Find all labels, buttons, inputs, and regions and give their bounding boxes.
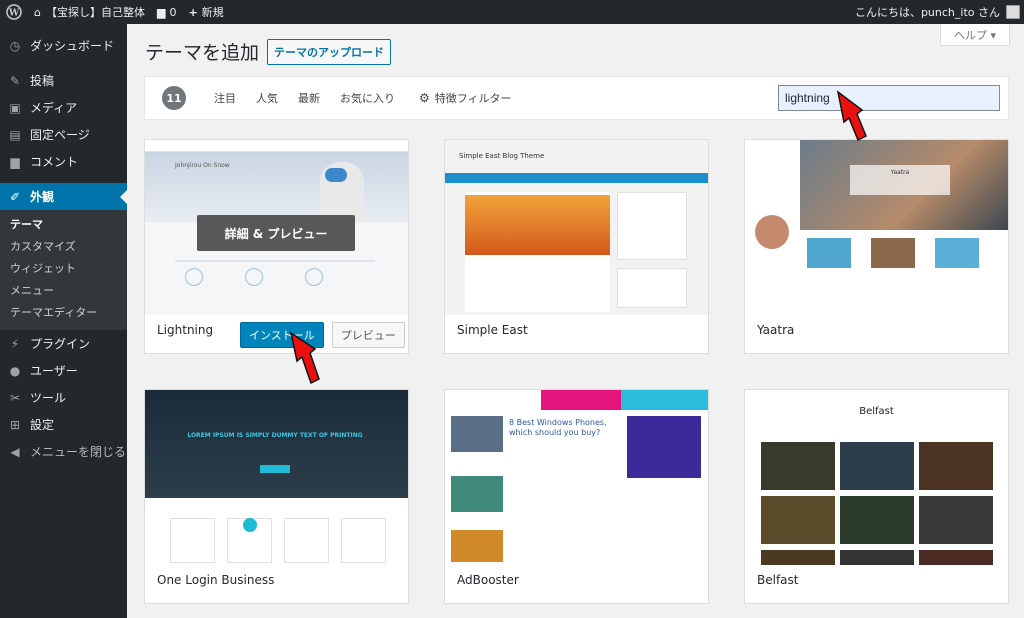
- preview-button[interactable]: プレビュー: [331, 322, 405, 348]
- sidebar-item-dashboard[interactable]: ◷ ダッシュボード: [0, 32, 127, 59]
- submenu-themes[interactable]: テーマ: [0, 214, 127, 236]
- admin-bar: W ⌂ 【宝探し】自己整体 ▆ 0 + 新規 こんにちは、punch_ito さ…: [0, 0, 1024, 24]
- sidebar-item-plugins[interactable]: ⚡ プラグイン: [0, 330, 127, 357]
- annotation-arrow-install: [289, 331, 320, 385]
- greeting-text: こんにちは、punch_ito さん: [854, 6, 1000, 19]
- svg-text:W: W: [8, 9, 20, 19]
- settings-icon: ⊞: [9, 417, 21, 432]
- theme-count-badge: 11: [162, 86, 186, 110]
- sidebar-item-posts[interactable]: ✎ 投稿: [0, 67, 127, 94]
- comment-bubble-icon: ▆: [156, 5, 166, 19]
- comment-icon: ▆: [10, 154, 20, 169]
- theme-screenshot[interactable]: Simple East Blog Theme: [445, 140, 708, 315]
- sidebar-item-tools[interactable]: ✂ ツール: [0, 384, 127, 411]
- site-name-label: 【宝探し】自己整体: [45, 6, 145, 19]
- gear-icon: ⚙: [419, 91, 430, 105]
- theme-card-yaatra[interactable]: Yaatra Yaatra: [744, 139, 1009, 354]
- theme-name: Yaatra: [757, 323, 795, 337]
- theme-screenshot[interactable]: Johnjirou On Snow 詳細 & プレビュー: [145, 140, 408, 315]
- theme-name: Belfast: [757, 573, 799, 587]
- details-preview-button[interactable]: 詳細 & プレビュー: [197, 215, 355, 251]
- theme-card-adbooster[interactable]: 8 Best Windows Phones, which should you …: [444, 389, 709, 604]
- theme-name: AdBooster: [457, 573, 519, 587]
- theme-screenshot[interactable]: Belfast: [745, 390, 1008, 565]
- user-icon: ●: [9, 363, 21, 378]
- theme-card-one-login-business[interactable]: LOREM IPSUM IS SIMPLY DUMMY TEXT OF PRIN…: [144, 389, 409, 604]
- appearance-submenu: テーマ カスタマイズ ウィジェット メニュー テーマエディター: [0, 210, 127, 330]
- shot-caption: Belfast: [859, 406, 894, 417]
- theme-card-simple-east[interactable]: Simple East Blog Theme Simple East: [444, 139, 709, 354]
- tab-latest[interactable]: 最新: [298, 90, 320, 106]
- sidebar-item-appearance[interactable]: ✐ 外観: [0, 183, 127, 210]
- sidebar-item-settings[interactable]: ⊞ 設定: [0, 411, 127, 438]
- tab-featured[interactable]: 注目: [214, 90, 236, 106]
- annotation-arrow-search: [836, 90, 867, 142]
- feature-filter-button[interactable]: ⚙ 特徴フィルター: [419, 90, 512, 106]
- page-icon: ▤: [9, 127, 21, 142]
- shot-caption: Yaatra: [850, 165, 950, 195]
- help-button[interactable]: ヘルプ ▾: [940, 24, 1010, 46]
- sidebar-item-media[interactable]: ▣ メディア: [0, 94, 127, 121]
- shot-caption: Johnjirou On Snow: [175, 162, 230, 169]
- page-title: テーマを追加: [145, 42, 260, 64]
- sidebar-item-pages[interactable]: ▤ 固定ページ: [0, 121, 127, 148]
- theme-name: Simple East: [457, 323, 528, 337]
- shot-caption: Simple East Blog Theme: [459, 152, 545, 160]
- wp-logo-icon[interactable]: W: [0, 0, 28, 24]
- plugin-icon: ⚡: [10, 336, 20, 351]
- sidebar-item-comments[interactable]: ▆ コメント: [0, 148, 127, 175]
- submenu-theme-editor[interactable]: テーマエディター: [0, 302, 127, 324]
- admin-sidebar: ◷ ダッシュボード ✎ 投稿 ▣ メディア ▤ 固定ページ ▆ コメント ✐ 外観 テーマ …: [0, 24, 127, 618]
- submenu-menus[interactable]: メニュー: [0, 280, 127, 302]
- wrench-icon: ✂: [9, 390, 21, 405]
- theme-filter-bar: 11 注目 人気 最新 お気に入り ⚙ 特徴フィルター: [144, 76, 1009, 120]
- sidebar-collapse[interactable]: ◀ メニューを閉じる: [0, 438, 127, 465]
- new-content-link[interactable]: + 新規: [182, 0, 229, 24]
- shot-caption: 8 Best Windows Phones, which should you …: [509, 418, 607, 437]
- dashboard-icon: ◷: [9, 38, 21, 53]
- tab-popular[interactable]: 人気: [256, 90, 278, 106]
- theme-screenshot[interactable]: LOREM IPSUM IS SIMPLY DUMMY TEXT OF PRIN…: [145, 390, 408, 565]
- new-label: 新規: [201, 6, 224, 19]
- plus-icon: +: [188, 5, 198, 19]
- tab-favorites[interactable]: お気に入り: [340, 90, 395, 106]
- submenu-widgets[interactable]: ウィジェット: [0, 258, 127, 280]
- submenu-customize[interactable]: カスタマイズ: [0, 236, 127, 258]
- upload-theme-button[interactable]: テーマのアップロード: [267, 38, 392, 65]
- theme-screenshot[interactable]: 8 Best Windows Phones, which should you …: [445, 390, 708, 565]
- theme-name: Lightning: [157, 323, 214, 337]
- pin-icon: ✎: [9, 73, 21, 88]
- shot-caption: LOREM IPSUM IS SIMPLY DUMMY TEXT OF PRIN…: [187, 432, 363, 439]
- media-icon: ▣: [9, 100, 21, 115]
- theme-screenshot[interactable]: Yaatra: [745, 140, 1008, 315]
- theme-search-input[interactable]: [778, 85, 1000, 111]
- account-menu[interactable]: こんにちは、punch_ito さん: [849, 0, 1024, 24]
- theme-card-lightning[interactable]: Johnjirou On Snow 詳細 & プレビュー Lightning イ…: [144, 139, 409, 354]
- comment-count: 0: [169, 5, 177, 19]
- appearance-icon: ✐: [9, 189, 21, 204]
- theme-name: One Login Business: [157, 573, 275, 587]
- main-content: ヘルプ ▾ テーマを追加 テーマのアップロード 11 注目 人気 最新 お気に入…: [127, 24, 1024, 618]
- home-icon: ⌂: [34, 5, 41, 19]
- avatar: [1006, 5, 1020, 19]
- sidebar-item-users[interactable]: ● ユーザー: [0, 357, 127, 384]
- comments-link[interactable]: ▆ 0: [151, 0, 182, 24]
- collapse-icon: ◀: [10, 444, 20, 459]
- theme-card-belfast[interactable]: Belfast Belfast: [744, 389, 1009, 604]
- site-name-link[interactable]: ⌂ 【宝探し】自己整体: [28, 0, 151, 24]
